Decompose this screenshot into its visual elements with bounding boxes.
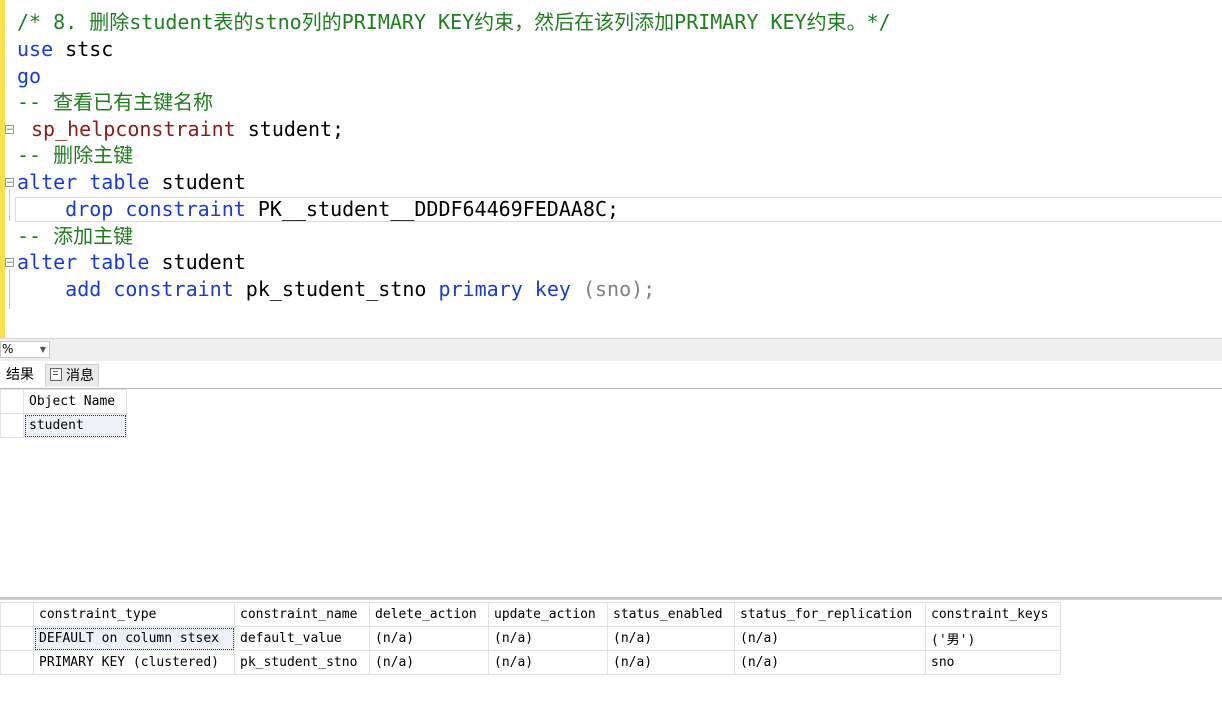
collapse-region-icon[interactable] bbox=[5, 125, 14, 134]
column-header[interactable]: constraint_keys bbox=[925, 602, 1061, 627]
table-header-row: Object Name bbox=[0, 389, 127, 414]
code-line-alter: alter table student bbox=[17, 169, 246, 195]
table-header-row: constraint_type constraint_name delete_a… bbox=[0, 602, 1061, 627]
code-line-sp: sp_helpconstraint student; bbox=[31, 116, 344, 142]
code-line-alter: alter table student bbox=[17, 249, 246, 275]
identifier: student bbox=[149, 250, 246, 274]
table-cell[interactable]: (n/a) bbox=[369, 650, 489, 675]
identifier: student bbox=[149, 170, 246, 194]
code-line-comment: /* 8. 删除student表的stno列的PRIMARY KEY约束，然后在… bbox=[17, 10, 891, 34]
row-header[interactable] bbox=[0, 650, 34, 675]
keyword: alter table bbox=[17, 250, 150, 274]
table-cell[interactable]: (n/a) bbox=[488, 650, 608, 675]
table-cell[interactable]: pk_student_stno bbox=[234, 650, 370, 675]
keyword: primary key bbox=[438, 277, 571, 301]
table-cell[interactable]: (n/a) bbox=[734, 650, 926, 675]
zoom-select[interactable]: % ▼ bbox=[0, 341, 50, 358]
column-header[interactable]: constraint_name bbox=[234, 602, 370, 627]
code-line-comment: -- 删除主键 bbox=[17, 143, 134, 167]
result-grid-1[interactable]: Object Name student bbox=[0, 389, 127, 438]
table-cell[interactable]: (n/a) bbox=[607, 650, 735, 675]
table-cell[interactable]: (n/a) bbox=[607, 626, 735, 651]
keyword: go bbox=[17, 64, 42, 88]
code-line-comment: -- 添加主键 bbox=[17, 224, 134, 248]
tab-messages-label: 消息 bbox=[66, 368, 94, 384]
code-line-go: go bbox=[17, 63, 41, 89]
table-row[interactable]: student bbox=[0, 413, 127, 438]
row-header bbox=[0, 602, 34, 627]
table-row[interactable]: DEFAULT on column stsex default_value (n… bbox=[0, 626, 1061, 651]
grid-splitter[interactable] bbox=[0, 597, 1222, 600]
keyword: alter table bbox=[17, 170, 150, 194]
column-header[interactable]: status_for_replication bbox=[734, 602, 926, 627]
table-cell[interactable]: sno bbox=[925, 650, 1061, 675]
procedure-name: sp_helpconstraint bbox=[31, 117, 236, 141]
fold-guide bbox=[9, 189, 10, 221]
row-header bbox=[0, 389, 24, 414]
table-cell[interactable]: DEFAULT on column stsex bbox=[33, 626, 235, 651]
code-line-use: use stsc bbox=[17, 36, 113, 62]
table-cell[interactable]: (n/a) bbox=[369, 626, 489, 651]
change-indicator-bar bbox=[0, 0, 5, 338]
results-tabs: 结果 消息 bbox=[0, 362, 1222, 389]
column-header[interactable]: delete_action bbox=[369, 602, 489, 627]
code-line-drop: drop constraint PK__student__DDDF64469FE… bbox=[17, 196, 619, 222]
identifier: pk_student_stno bbox=[233, 277, 439, 301]
table-cell[interactable]: ('男') bbox=[925, 626, 1061, 651]
result-grid-2[interactable]: constraint_type constraint_name delete_a… bbox=[0, 602, 1061, 675]
row-header[interactable] bbox=[0, 626, 34, 651]
table-cell[interactable]: (n/a) bbox=[488, 626, 608, 651]
keyword: add constraint bbox=[17, 277, 234, 301]
row-header[interactable] bbox=[0, 413, 24, 438]
keyword: use bbox=[17, 37, 54, 61]
zoom-bar: % ▼ bbox=[0, 338, 1222, 361]
keyword: drop constraint bbox=[17, 197, 246, 221]
query-editor[interactable]: /* 8. 删除student表的stno列的PRIMARY KEY约束，然后在… bbox=[0, 0, 1222, 338]
identifier: stsc bbox=[53, 37, 114, 61]
zoom-value: % bbox=[2, 342, 14, 356]
collapse-region-icon[interactable] bbox=[5, 258, 14, 267]
column-header[interactable]: Object Name bbox=[23, 389, 127, 414]
table-cell[interactable]: (n/a) bbox=[734, 626, 926, 651]
table-row[interactable]: PRIMARY KEY (clustered) pk_student_stno … bbox=[0, 650, 1061, 675]
chevron-down-icon[interactable]: ▼ bbox=[40, 342, 46, 357]
code-line-add: add constraint pk_student_stno primary k… bbox=[17, 276, 655, 302]
column-header[interactable]: constraint_type bbox=[33, 602, 235, 627]
tab-results[interactable]: 结果 bbox=[2, 364, 38, 387]
table-cell[interactable]: student bbox=[23, 413, 127, 438]
table-cell[interactable]: default_value bbox=[234, 626, 370, 651]
identifier: PK__student__DDDF64469FEDAA8C; bbox=[245, 197, 620, 221]
column-header[interactable]: update_action bbox=[488, 602, 608, 627]
messages-icon bbox=[50, 368, 62, 381]
column-header[interactable]: status_enabled bbox=[607, 602, 735, 627]
table-cell[interactable]: PRIMARY KEY (clustered) bbox=[33, 650, 235, 675]
tab-messages[interactable]: 消息 bbox=[45, 364, 99, 387]
fold-guide bbox=[9, 269, 10, 309]
collapse-region-icon[interactable] bbox=[5, 178, 14, 187]
identifier: student; bbox=[235, 117, 345, 141]
code-line-comment: -- 查看已有主键名称 bbox=[17, 90, 214, 114]
identifier: (sno); bbox=[570, 277, 656, 301]
